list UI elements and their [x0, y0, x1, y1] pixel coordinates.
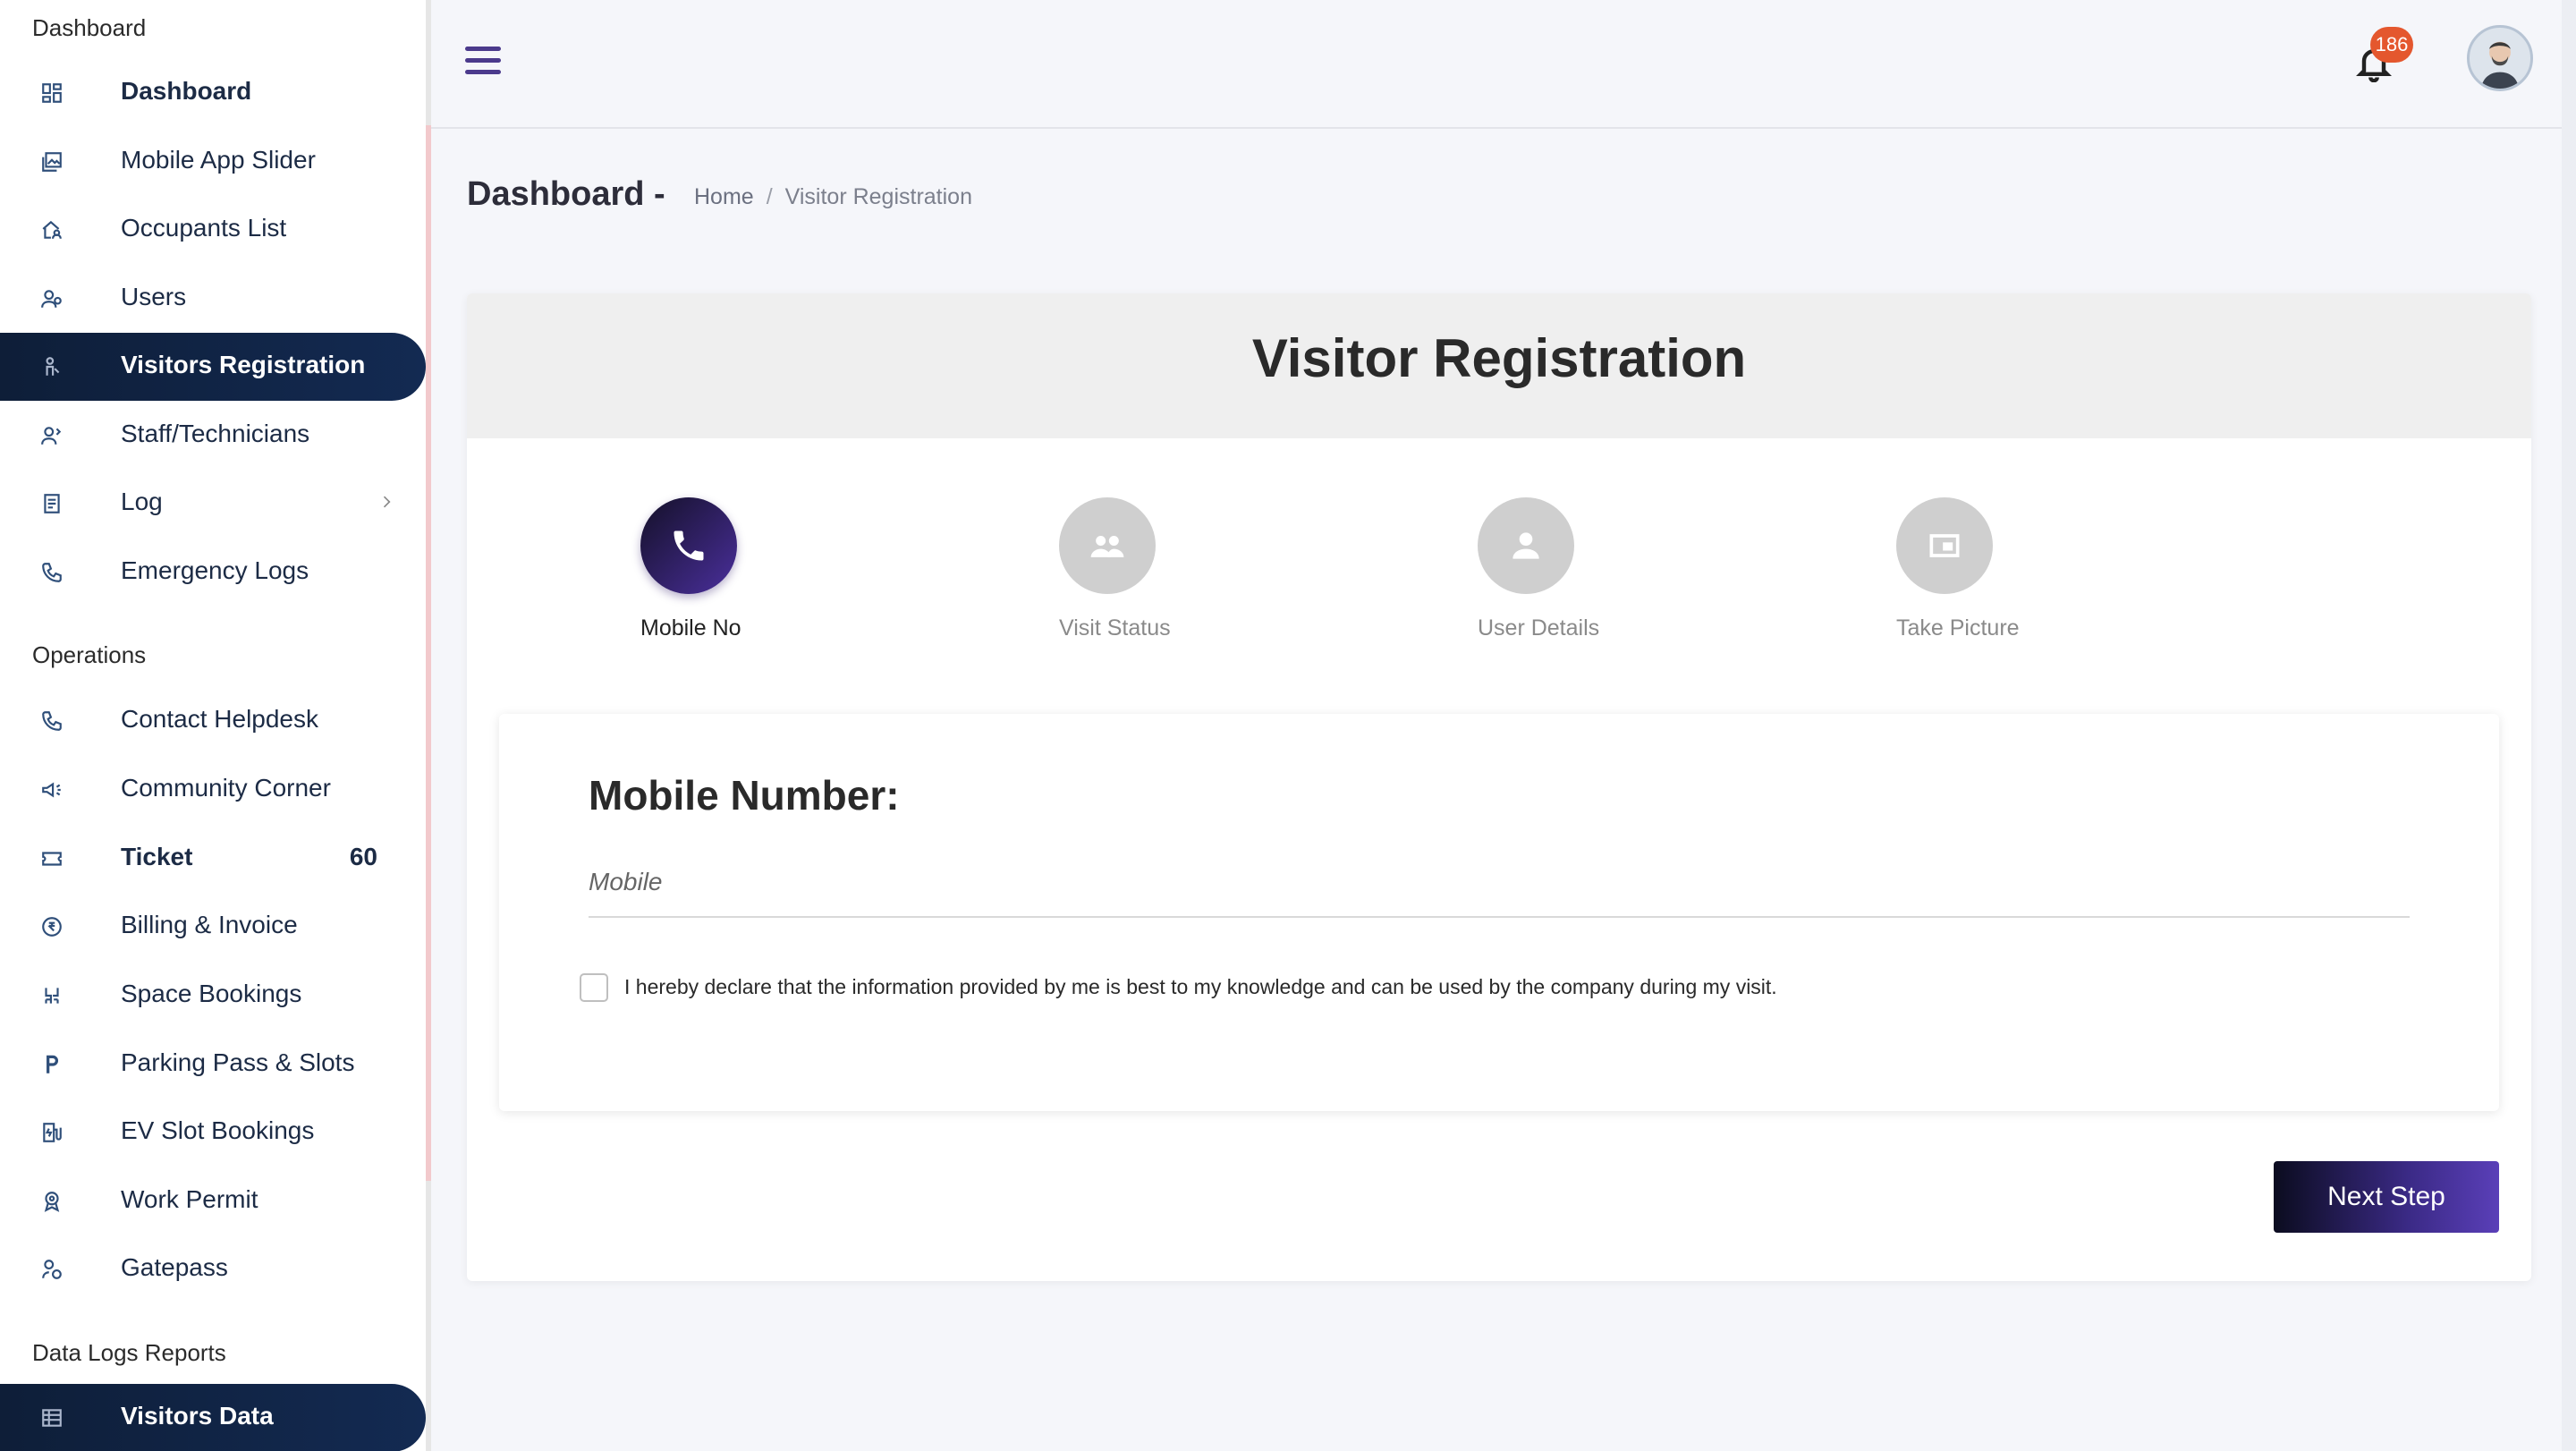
sidebar-item-label: Log	[121, 488, 163, 515]
sidebar-item-label: EV Slot Bookings	[121, 1116, 315, 1144]
sidebar-item-ev-slot-bookings[interactable]: EV Slot Bookings	[0, 1099, 426, 1167]
sidebar-item-label: Emergency Logs	[121, 556, 309, 584]
sidebar-item-staff-technicians[interactable]: Staff/Technicians	[0, 402, 426, 470]
registration-card: Visitor Registration Mobile No Visit Sta…	[467, 293, 2531, 1281]
sidebar-item-label: Occupants List	[121, 214, 287, 242]
step-label: Visit Status	[1059, 615, 1171, 641]
sidebar-item-label: Visitors Data	[121, 1402, 274, 1430]
sidebar-item-label: Users	[121, 283, 187, 310]
avatar[interactable]	[2467, 25, 2533, 91]
breadcrumb-current: Visitor Registration	[784, 184, 972, 209]
sidebar-item-space-bookings[interactable]: Space Bookings	[0, 962, 426, 1030]
sidebar-item-label: Staff/Technicians	[121, 420, 310, 447]
users-icon	[39, 286, 64, 311]
sidebar-item-label: Visitors Registration	[121, 351, 366, 378]
parking-icon	[39, 1052, 64, 1077]
step-label: User Details	[1478, 615, 1600, 641]
sidebar-item-visitors-data[interactable]: Visitors Data	[0, 1384, 426, 1451]
sidebar-item-label: Parking Pass & Slots	[121, 1048, 355, 1076]
step-user-details[interactable]: User Details	[1478, 497, 1710, 641]
sidebar-scrollbar-thumb[interactable]	[426, 125, 431, 1181]
step-visit-status[interactable]: Visit Status	[1059, 497, 1292, 641]
sidebar-item-label: Dashboard	[121, 77, 252, 105]
sidebar-item-label: Work Permit	[121, 1185, 258, 1213]
image-stack-icon	[39, 149, 64, 174]
sidebar-item-mobile-app-slider[interactable]: Mobile App Slider	[0, 128, 426, 196]
step-take-picture[interactable]: Take Picture	[1896, 497, 2129, 641]
declaration-text: I hereby declare that the information pr…	[624, 975, 1777, 998]
sidebar-item-label: Community Corner	[121, 774, 331, 802]
sidebar-item-gatepass[interactable]: Gatepass	[0, 1235, 426, 1303]
staff-icon	[39, 423, 64, 448]
page-title: Dashboard -	[467, 175, 665, 213]
sidebar-item-dashboard[interactable]: Dashboard	[0, 59, 426, 127]
sidebar-item-billing-invoice[interactable]: Billing & Invoice	[0, 893, 426, 961]
megaphone-icon	[39, 777, 64, 802]
sidebar-section-data-logs-reports: Data Logs Reports	[32, 1339, 226, 1366]
sidebar-scrollbar[interactable]	[426, 0, 431, 1451]
phone-icon	[640, 497, 737, 594]
breadcrumb: Home / Visitor Registration	[694, 184, 972, 210]
log-icon	[39, 491, 64, 516]
sidebar-item-label: Ticket	[121, 843, 193, 870]
sidebar-item-label: Mobile App Slider	[121, 146, 316, 174]
person-icon	[1478, 497, 1574, 594]
sidebar-section-operations: Operations	[32, 641, 147, 668]
sidebar: Dashboard Dashboard Mobile App Slider Oc…	[0, 0, 426, 1451]
sidebar-item-community-corner[interactable]: Community Corner	[0, 756, 426, 824]
mobile-input[interactable]	[589, 848, 2410, 918]
sidebar-item-work-permit[interactable]: Work Permit	[0, 1167, 426, 1235]
group-icon	[1059, 497, 1156, 594]
sidebar-item-emergency-logs[interactable]: Emergency Logs	[0, 539, 426, 607]
sidebar-section-dashboard: Dashboard	[32, 14, 147, 41]
chevron-right-icon	[377, 491, 399, 516]
next-step-button[interactable]: Next Step	[2274, 1161, 2499, 1233]
sidebar-item-occupants-list[interactable]: Occupants List	[0, 196, 426, 264]
card-title: Visitor Registration	[1251, 328, 1747, 388]
sidebar-item-label: Contact Helpdesk	[121, 705, 319, 733]
home-user-icon	[39, 217, 64, 242]
grid-icon	[39, 81, 64, 106]
sidebar-item-visitors-registration[interactable]: Visitors Registration	[0, 333, 426, 401]
topbar: 186	[431, 0, 2562, 129]
mobile-number-heading: Mobile Number:	[589, 772, 900, 819]
menu-toggle-icon[interactable]	[465, 47, 504, 79]
breadcrumb-separator: /	[766, 184, 773, 209]
sidebar-item-parking-pass[interactable]: Parking Pass & Slots	[0, 1031, 426, 1099]
sidebar-item-label: Space Bookings	[121, 980, 302, 1007]
ev-icon	[39, 1120, 64, 1145]
ticket-icon	[39, 846, 64, 871]
sidebar-item-label: Billing & Invoice	[121, 911, 298, 938]
phone-icon	[39, 560, 64, 585]
sidebar-item-ticket[interactable]: Ticket 60	[0, 825, 426, 893]
sidebar-item-contact-helpdesk[interactable]: Contact Helpdesk	[0, 687, 426, 755]
sidebar-item-log[interactable]: Log	[0, 470, 426, 538]
step-label: Take Picture	[1896, 615, 2020, 641]
table-icon	[39, 1405, 64, 1430]
phone-icon	[39, 709, 64, 734]
badge-icon	[39, 1189, 64, 1214]
visitor-icon	[39, 354, 64, 379]
step-label: Mobile No	[640, 615, 741, 641]
picture-icon	[1896, 497, 1993, 594]
chairs-icon	[39, 983, 64, 1008]
gatepass-icon	[39, 1257, 64, 1282]
card-header: Visitor Registration	[467, 293, 2531, 438]
breadcrumb-home-link[interactable]: Home	[694, 184, 754, 209]
sidebar-item-label: Gatepass	[121, 1253, 228, 1281]
notification-badge: 186	[2370, 27, 2413, 63]
page-scrollbar[interactable]	[2562, 0, 2576, 1451]
ticket-count-badge: 60	[349, 843, 377, 870]
mobile-form: Mobile Number: I hereby declare that the…	[499, 714, 2499, 1111]
rupee-icon	[39, 914, 64, 939]
step-mobile-no[interactable]: Mobile No	[640, 497, 873, 641]
declaration-checkbox[interactable]	[580, 973, 608, 1002]
sidebar-item-users[interactable]: Users	[0, 265, 426, 333]
